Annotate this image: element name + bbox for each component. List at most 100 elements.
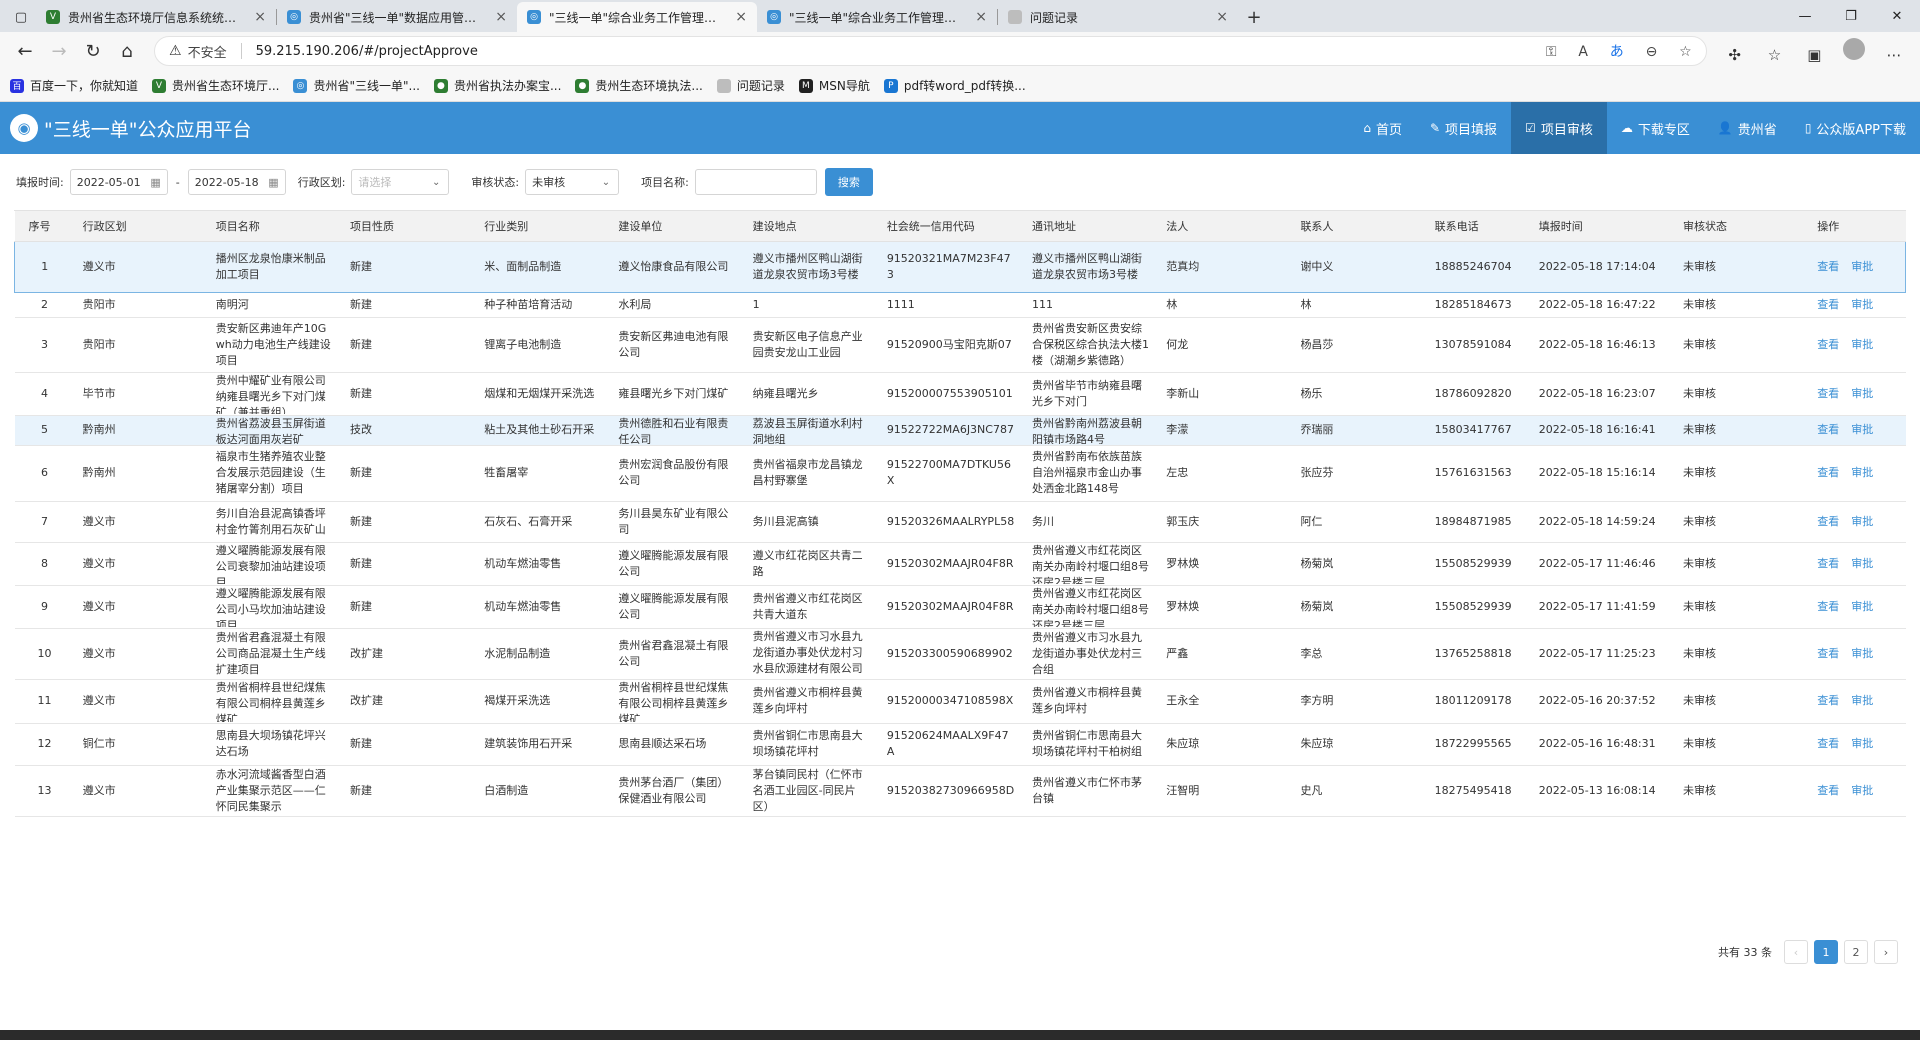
view-link[interactable]: 查看 xyxy=(1817,515,1839,528)
page-button[interactable]: 2 xyxy=(1844,940,1868,964)
read-aloud-icon[interactable]: A xyxy=(1578,44,1588,60)
view-link[interactable]: 查看 xyxy=(1817,737,1839,750)
cell-text: 王永全 xyxy=(1166,694,1200,707)
table-cell: 新建 xyxy=(342,723,477,766)
table-row[interactable]: 1 遵义市 播州区龙泉怡康米制品加工项目 新建 米、面制品制造 遵义怡康食品有限公司 遵义市… xyxy=(14,240,1906,293)
approve-link[interactable]: 审批 xyxy=(1851,466,1873,479)
bookmark-item[interactable]: V 贵州省生态环境厅... xyxy=(152,77,279,94)
status-select[interactable]: 未审核 ⌄ xyxy=(525,169,620,195)
minimize-button[interactable]: — xyxy=(1782,0,1828,32)
date-end-input[interactable]: 2022-05-18 ▦ xyxy=(187,169,286,195)
new-tab-button[interactable]: + xyxy=(1238,2,1270,32)
approve-link[interactable]: 审批 xyxy=(1851,515,1873,528)
table-row[interactable]: 3 贵阳市 贵安新区弗迪年产10Gwh动力电池生产线建设项目 新建 锂离子电池制造 贵安新… xyxy=(14,317,1906,373)
tab-close-icon[interactable]: × xyxy=(1216,9,1228,25)
bookmark-item[interactable]: ● 贵州生态环境执法... xyxy=(575,77,703,94)
view-link[interactable]: 查看 xyxy=(1817,260,1839,273)
page-button[interactable]: 1 xyxy=(1814,940,1838,964)
nav-item[interactable]: 👤 贵州省 xyxy=(1704,102,1791,154)
region-select[interactable]: 请选择 ⌄ xyxy=(351,169,450,195)
browser-tab[interactable]: ◎ "三线一单"综合业务工作管理平台 × xyxy=(757,2,997,32)
browser-tab[interactable]: V 贵州省生态环境厅信息系统统一门户 × xyxy=(36,2,276,32)
tab-actions-icon[interactable]: ▢ xyxy=(6,2,36,32)
view-link[interactable]: 查看 xyxy=(1817,784,1839,797)
view-link[interactable]: 查看 xyxy=(1817,600,1839,613)
favorites-icon[interactable]: ☆ xyxy=(1757,46,1793,64)
view-link[interactable]: 查看 xyxy=(1817,694,1839,707)
approve-link[interactable]: 审批 xyxy=(1851,298,1873,311)
view-link[interactable]: 查看 xyxy=(1817,387,1839,400)
back-button[interactable]: ← xyxy=(8,36,42,66)
approve-link[interactable]: 审批 xyxy=(1851,694,1873,707)
view-link[interactable]: 查看 xyxy=(1817,298,1839,311)
favorite-star-icon[interactable]: ☆ xyxy=(1679,44,1692,60)
close-window-button[interactable]: ✕ xyxy=(1874,0,1920,32)
more-icon[interactable]: ⋯ xyxy=(1876,46,1912,64)
approve-link[interactable]: 审批 xyxy=(1851,387,1873,400)
url-text[interactable]: 59.215.190.206/#/projectApprove xyxy=(256,44,1528,59)
bookmark-item[interactable]: 问题记录 xyxy=(716,77,785,94)
browser-tab[interactable]: 问题记录 × xyxy=(998,2,1238,32)
date-start-input[interactable]: 2022-05-01 ▦ xyxy=(69,169,168,195)
refresh-button[interactable]: ↻ xyxy=(76,36,110,66)
project-table-container[interactable]: 序号 行政区划 项目名称 项目性质 行业类别 建设单位 建设地点 社会统一信用代码 通讯地址 法人… xyxy=(14,210,1906,930)
extensions-icon[interactable]: ✣ xyxy=(1717,46,1753,64)
view-link[interactable]: 查看 xyxy=(1817,557,1839,570)
restore-button[interactable]: ❐ xyxy=(1828,0,1874,32)
bookmark-item[interactable]: M MSN导航 xyxy=(798,77,870,94)
bookmark-item[interactable]: ◎ 贵州省"三线一单"... xyxy=(293,77,420,94)
approve-link[interactable]: 审批 xyxy=(1851,338,1873,351)
project-name-input[interactable] xyxy=(694,169,817,195)
cell-text: 米、面制品制造 xyxy=(484,259,562,273)
approve-link[interactable]: 审批 xyxy=(1851,260,1873,273)
next-page-button[interactable]: › xyxy=(1874,940,1898,964)
view-link[interactable]: 查看 xyxy=(1817,423,1839,436)
approve-link[interactable]: 审批 xyxy=(1851,737,1873,750)
bookmark-item[interactable]: 百百度一下，你就知道 xyxy=(10,77,138,94)
approve-link[interactable]: 审批 xyxy=(1851,647,1873,660)
table-row[interactable]: 5 黔南州 贵州省荔波县玉屏街道板达河面用灰岩矿 技改 粘土及其他土砂石开采 贵州德胜和石… xyxy=(14,415,1906,446)
home-button[interactable]: ⌂ xyxy=(110,36,144,66)
table-row[interactable]: 7 遵义市 务川自治县泥高镇香坪村金竹箐剂用石灰矿山 新建 石灰石、石膏开采 务川县昊东矿… xyxy=(14,501,1906,543)
table-row[interactable]: 11 遵义市 贵州省桐梓县世纪煤焦有限公司桐梓县黄莲乡煤矿 改扩建 褐煤开采洗选 贵州省桐… xyxy=(14,679,1906,724)
view-link[interactable]: 查看 xyxy=(1817,338,1839,351)
tab-close-icon[interactable]: × xyxy=(495,9,507,25)
browser-tab[interactable]: ◎ 贵州省"三线一单"数据应用管理平台 × xyxy=(277,2,517,32)
table-row[interactable]: 10 遵义市 贵州省君鑫混凝土有限公司商品混凝土生产线扩建项目 改扩建 水泥制品制造 贵州… xyxy=(14,628,1906,680)
table-row[interactable]: 8 遵义市 遵义曜腾能源发展有限公司衰黎加油站建设项目 新建 机动车燃油零售 遵义曜腾能源… xyxy=(14,542,1906,586)
nav-item[interactable]: ☑ 项目审核 xyxy=(1511,102,1607,154)
table-row[interactable]: 4 毕节市 贵州中耀矿业有限公司纳雍县曙光乡下对门煤矿（兼并重组） 新建 烟煤和无烟煤开… xyxy=(14,372,1906,416)
forward-button[interactable]: → xyxy=(42,36,76,66)
collections-icon[interactable]: ▣ xyxy=(1796,46,1832,64)
nav-item[interactable]: ☁ 下载专区 xyxy=(1607,102,1704,154)
url-field[interactable]: ⚠ 不安全 59.215.190.206/#/projectApprove ⚿ … xyxy=(154,36,1707,66)
approve-link[interactable]: 审批 xyxy=(1851,784,1873,797)
app-logo[interactable]: ◉ "三线一单"公众应用平台 xyxy=(0,114,251,142)
nav-item[interactable]: ⌂ 首页 xyxy=(1349,102,1416,154)
table-row[interactable]: 13 遵义市 赤水河流域酱香型白酒产业集聚示范区——仁怀同民集聚示 新建 白酒制造 贵州茅… xyxy=(14,765,1906,817)
bookmark-item[interactable]: Ppdf转word_pdf转换... xyxy=(883,77,1026,94)
nav-item[interactable]: ✎ 项目填报 xyxy=(1416,102,1511,154)
approve-link[interactable]: 审批 xyxy=(1851,600,1873,613)
table-row[interactable]: 2 贵阳市 南明河 新建 种子种苗培育活动 水利局 1 1111 111 林林 1828518467… xyxy=(14,292,1906,318)
search-button[interactable]: 搜索 xyxy=(824,168,873,196)
tab-close-icon[interactable]: × xyxy=(975,9,987,25)
zoom-icon[interactable]: ⊖ xyxy=(1646,44,1658,60)
table-row[interactable]: 12 铜仁市 思南县大坝场镇花坪兴达石场 新建 建筑装饰用石开采 思南县顺达采石场 贵州省铜… xyxy=(14,723,1906,766)
table-row[interactable]: 9 遵义市 遵义曜腾能源发展有限公司小马坎加油站建设项目 新建 机动车燃油零售 遵义曜腾能… xyxy=(14,585,1906,629)
profile-avatar[interactable] xyxy=(1836,38,1872,60)
table-row[interactable]: 6 黔南州 福泉市生猪养殖农业整合发展示范园建设（生猪屠宰分割）项目 新建 牲畜屠宰 贵州… xyxy=(14,445,1906,502)
bookmark-item[interactable]: ● 贵州省执法办案宝... xyxy=(433,77,561,94)
nav-item[interactable]: ▯ 公众版APP下载 xyxy=(1791,102,1920,154)
view-link[interactable]: 查看 xyxy=(1817,647,1839,660)
prev-page-button[interactable]: ‹ xyxy=(1784,940,1808,964)
tab-close-icon[interactable]: × xyxy=(735,9,747,25)
cell-text: 2022-05-16 20:37:52 xyxy=(1538,694,1656,707)
view-link[interactable]: 查看 xyxy=(1817,466,1839,479)
translate-icon[interactable]: あ xyxy=(1610,44,1624,60)
tab-close-icon[interactable]: × xyxy=(254,9,266,25)
approve-link[interactable]: 审批 xyxy=(1851,423,1873,436)
approve-link[interactable]: 审批 xyxy=(1851,557,1873,570)
browser-tab[interactable]: ◎ "三线一单"综合业务工作管理平台 × xyxy=(517,2,757,32)
key-icon[interactable]: ⚿ xyxy=(1546,44,1557,60)
